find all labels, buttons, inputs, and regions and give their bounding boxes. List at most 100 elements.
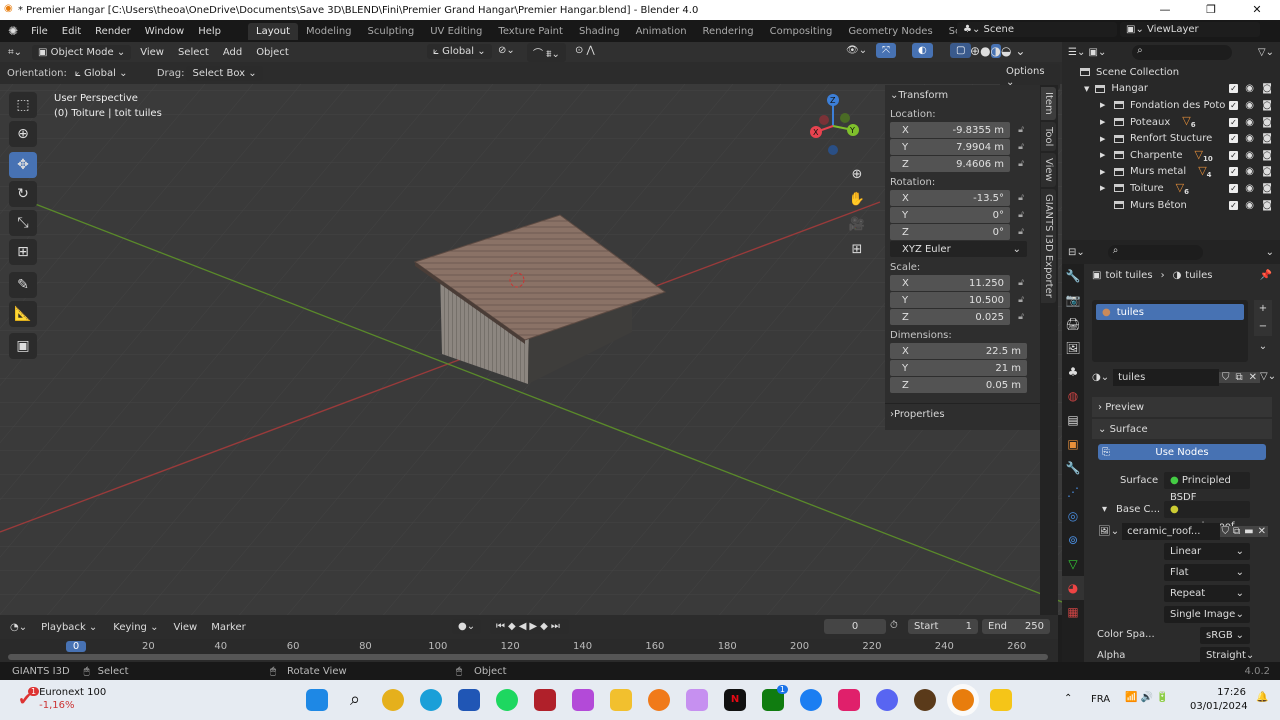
- scale-y-field[interactable]: Y 10.500: [890, 292, 1010, 308]
- game-controller-icon[interactable]: [686, 689, 708, 711]
- tab-view[interactable]: View: [1041, 153, 1056, 187]
- mode-selector[interactable]: ▣ Object Mode ⌄: [32, 44, 132, 60]
- location-x-field[interactable]: X -9.8355 m: [890, 122, 1010, 138]
- exclude-checkbox[interactable]: ✓: [1229, 167, 1238, 177]
- filter-icon[interactable]: ▽⌄: [1258, 47, 1274, 58]
- exclude-checkbox[interactable]: ✓: [1229, 150, 1238, 160]
- tab-giants-exporter[interactable]: GIANTS I3D Exporter: [1041, 188, 1056, 303]
- app-icon[interactable]: [990, 689, 1012, 711]
- duplicate-icon[interactable]: ⧉: [1231, 526, 1243, 537]
- lock-icon[interactable]: 🔓︎: [1018, 278, 1024, 288]
- lock-icon[interactable]: 🔓︎: [1018, 193, 1024, 203]
- add-cube-tool-icon[interactable]: ▣: [9, 333, 37, 359]
- world-tab-icon[interactable]: ◍: [1062, 384, 1084, 408]
- lock-icon[interactable]: 🔓︎: [1018, 159, 1024, 169]
- outliner-item[interactable]: ▶ Charpente ▽10 ✓ ◉ ◙: [1062, 147, 1280, 164]
- properties-panel-header[interactable]: › Properties: [885, 403, 1040, 425]
- unlink-icon[interactable]: ✕: [1255, 526, 1268, 537]
- editor-type-icon[interactable]: ⌗⌄: [2, 45, 28, 60]
- snap-icon[interactable]: ⌒ ⩩⌄: [527, 43, 566, 62]
- data-tab-icon[interactable]: ▽: [1062, 552, 1084, 576]
- app-icon[interactable]: [838, 689, 860, 711]
- end-frame-field[interactable]: End 250: [982, 619, 1050, 634]
- tab-modeling[interactable]: Modeling: [298, 23, 360, 40]
- menu-view[interactable]: View: [166, 622, 204, 633]
- expand-down-icon[interactable]: ▼: [1084, 85, 1089, 93]
- add-slot-button[interactable]: +: [1254, 300, 1272, 318]
- edge-icon[interactable]: [420, 689, 442, 711]
- solid-shading-icon[interactable]: ●: [980, 44, 990, 58]
- expand-right-icon[interactable]: ▶: [1100, 151, 1105, 159]
- spotify-icon[interactable]: [496, 689, 518, 711]
- outliner-item[interactable]: ▶ Murs metal ▽4 ✓ ◉ ◙: [1062, 164, 1280, 181]
- eye-icon[interactable]: ◉: [1245, 183, 1254, 194]
- camera-view-icon[interactable]: 🎥: [846, 212, 868, 237]
- tab-rendering[interactable]: Rendering: [695, 23, 762, 40]
- battlenet-icon[interactable]: [800, 689, 822, 711]
- use-nodes-button[interactable]: ⎘ Use Nodes: [1098, 444, 1266, 460]
- remove-slot-button[interactable]: −: [1254, 318, 1272, 336]
- keying-menu[interactable]: Keying ⌄: [107, 619, 165, 635]
- exclude-checkbox[interactable]: ✓: [1229, 200, 1238, 210]
- next-keyframe-icon[interactable]: ◆: [540, 621, 551, 632]
- orientation-dropdown[interactable]: ⟀ Global ⌄: [68, 65, 149, 81]
- rotation-x-field[interactable]: X -13.5°: [890, 190, 1010, 206]
- menu-file[interactable]: File: [24, 26, 55, 37]
- maximize-button[interactable]: ❐: [1188, 0, 1234, 20]
- lock-icon[interactable]: 🔓︎: [1018, 142, 1024, 152]
- overlay-toggle-icon[interactable]: ◐: [912, 43, 933, 58]
- view-layer-tab-icon[interactable]: 🖼: [1062, 336, 1084, 360]
- scene-tab-icon[interactable]: ♣: [1062, 360, 1084, 384]
- expand-right-icon[interactable]: ▶: [1100, 184, 1105, 192]
- eye-icon[interactable]: ◉: [1245, 100, 1254, 111]
- tab-shading[interactable]: Shading: [571, 23, 628, 40]
- open-folder-icon[interactable]: ▬: [1242, 526, 1256, 537]
- scale-tool-icon[interactable]: ⤡: [9, 210, 37, 236]
- exclude-checkbox[interactable]: ✓: [1229, 84, 1238, 94]
- menu-marker[interactable]: Marker: [204, 622, 253, 633]
- output-tab-icon[interactable]: 🖨: [1062, 312, 1084, 336]
- surface-section[interactable]: ⌄ Surface: [1092, 419, 1272, 439]
- chevron-down-icon[interactable]: ⌄: [1266, 247, 1274, 258]
- collection-tab-icon[interactable]: ▤: [1062, 408, 1084, 432]
- particles-tab-icon[interactable]: ⋰: [1062, 480, 1084, 504]
- camera-icon[interactable]: ◙: [1262, 133, 1272, 144]
- camera-icon[interactable]: ◙: [1262, 166, 1272, 177]
- auto-keying-button[interactable]: ●⌄: [452, 619, 482, 634]
- lock-icon[interactable]: 🔓︎: [1018, 227, 1024, 237]
- slot-specials-icon[interactable]: ⌄: [1254, 338, 1272, 356]
- tab-layout[interactable]: Layout: [248, 22, 299, 40]
- current-frame-field[interactable]: 0: [824, 619, 886, 634]
- app-icon[interactable]: [534, 689, 556, 711]
- outliner-search-input[interactable]: ⌕: [1132, 44, 1233, 60]
- exclude-checkbox[interactable]: ✓: [1229, 100, 1238, 110]
- image-browse-icon[interactable]: 🖼⌄: [1098, 526, 1119, 537]
- expand-down-icon[interactable]: ▾: [1102, 504, 1107, 515]
- eye-icon[interactable]: ◉: [1245, 150, 1254, 161]
- collection-hangar[interactable]: ▼ Hangar ✓ ◉ ◙: [1062, 81, 1280, 98]
- eye-icon[interactable]: ◉: [1245, 117, 1254, 128]
- outliner-item[interactable]: Murs Béton ✓ ◉ ◙: [1062, 197, 1280, 214]
- tab-item[interactable]: Item: [1041, 87, 1056, 120]
- location-z-field[interactable]: Z 9.4606 m: [890, 156, 1010, 172]
- clock[interactable]: 17:26 03/01/2024: [1190, 686, 1248, 714]
- cursor-tool-icon[interactable]: ⊕: [9, 121, 37, 147]
- tab-texture-paint[interactable]: Texture Paint: [490, 23, 571, 40]
- app-icon[interactable]: [572, 689, 594, 711]
- scene-collection-item[interactable]: Scene Collection: [1062, 64, 1280, 81]
- menu-add[interactable]: Add: [216, 47, 249, 58]
- discord-icon[interactable]: [876, 689, 898, 711]
- expand-right-icon[interactable]: ▶: [1100, 101, 1105, 109]
- menu-edit[interactable]: Edit: [55, 26, 88, 37]
- jump-end-icon[interactable]: ⏭: [551, 621, 563, 632]
- properties-search-input[interactable]: ⌕: [1107, 244, 1203, 260]
- camera-icon[interactable]: ◙: [1262, 150, 1272, 161]
- material-name-field[interactable]: tuiles: [1113, 369, 1219, 386]
- rotation-mode-dropdown[interactable]: XYZ Euler ⌄: [890, 241, 1027, 257]
- visibility-icon[interactable]: 👁⌄: [846, 45, 867, 56]
- source-dropdown[interactable]: Single Image ⌄: [1164, 606, 1250, 623]
- blender-taskbar-icon[interactable]: [952, 689, 974, 711]
- menu-window[interactable]: Window: [138, 26, 191, 37]
- tab-tool[interactable]: Tool: [1041, 121, 1056, 152]
- dimensions-z-field[interactable]: Z 0.05 m: [890, 377, 1027, 393]
